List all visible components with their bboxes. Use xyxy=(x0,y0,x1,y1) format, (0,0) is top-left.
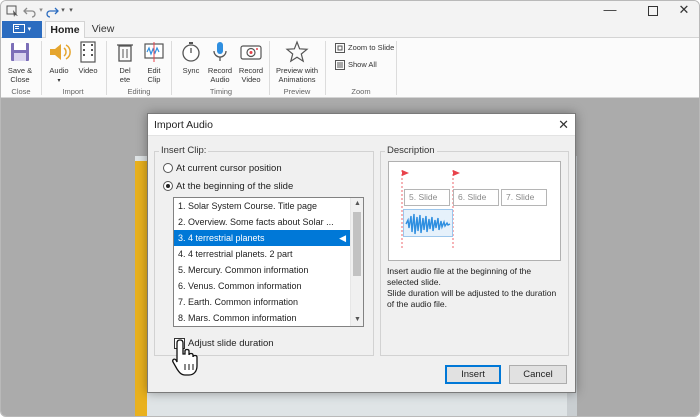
record-video-label: Record Video xyxy=(238,66,264,84)
radio-button-selected[interactable] xyxy=(163,181,173,192)
radio-beginning-label: At the beginning of the slide xyxy=(176,181,294,192)
waveform-icon xyxy=(405,213,451,235)
insert-button[interactable]: Insert xyxy=(445,365,501,384)
radio-beginning-slide[interactable]: At the beginning of the slide xyxy=(163,181,293,192)
slide-accent-bar xyxy=(135,161,147,416)
minimize-button[interactable]: — xyxy=(587,1,633,21)
listbox-scrollbar[interactable]: ▲ ▼ xyxy=(350,198,363,326)
group-separator xyxy=(396,41,397,95)
group-separator xyxy=(269,41,270,95)
group-separator xyxy=(106,41,107,95)
dialog-title: Import Audio xyxy=(154,119,213,131)
edit-clip-label: Edit Clip xyxy=(147,66,161,84)
record-audio-label: Record Audio xyxy=(207,66,233,84)
title-bar: ▾ ▾ ▾ — ✕ xyxy=(1,1,699,21)
hand-cursor-icon xyxy=(172,339,198,376)
group-separator xyxy=(41,41,42,95)
delete-label: Del ete xyxy=(119,66,131,84)
sync-label: Sync xyxy=(182,66,200,75)
trash-icon xyxy=(117,44,133,62)
list-item[interactable]: 7. Earth. Common information xyxy=(174,294,350,310)
zoom-to-slide-icon xyxy=(335,43,345,54)
ribbon: Save & Close Close Audio ▾ Video Import D… xyxy=(1,38,699,98)
group-label-preview: Preview xyxy=(283,87,311,96)
preview-animations-label: Preview with Animations xyxy=(275,66,319,84)
edit-clip-button[interactable]: Edit Clip xyxy=(141,40,167,84)
tab-home[interactable]: Home xyxy=(45,21,85,39)
show-all-label: Show All xyxy=(348,60,377,69)
dialog-titlebar: Import Audio ✕ xyxy=(148,114,575,136)
zoom-to-slide-button[interactable]: Zoom to Slide xyxy=(335,42,394,54)
record-video-button[interactable]: Record Video xyxy=(236,40,266,84)
list-item[interactable]: 2. Overview. Some facts about Solar ... xyxy=(174,214,350,230)
list-item[interactable]: 1. Solar System Course. Title page xyxy=(174,198,350,214)
radio-cursor-position[interactable]: At current cursor position xyxy=(163,163,282,174)
stopwatch-icon xyxy=(182,42,200,62)
scroll-thumb[interactable] xyxy=(353,212,361,276)
film-icon xyxy=(80,41,96,63)
speaker-icon xyxy=(50,44,71,60)
description-diagram: 5. Slide 6. Slide 7. Slide xyxy=(388,161,561,261)
list-item[interactable]: 6. Venus. Common information xyxy=(174,278,350,294)
show-all-icon xyxy=(335,60,345,71)
customize-toolbar-icon[interactable]: ▾ xyxy=(67,4,75,18)
audio-label: Audio xyxy=(49,66,69,75)
group-label-editing: Editing xyxy=(127,87,151,96)
group-label-import: Import xyxy=(62,87,84,96)
show-all-button[interactable]: Show All xyxy=(335,59,377,71)
scroll-down-icon[interactable]: ▼ xyxy=(351,314,363,326)
radio-cursor-label: At current cursor position xyxy=(176,163,282,174)
list-item-label: 3. 4 terrestrial planets xyxy=(178,233,265,243)
save-close-label: Save & Close xyxy=(7,66,33,84)
group-label-timing: Timing xyxy=(209,87,233,96)
diagram-slide: 7. Slide xyxy=(501,189,547,206)
diagram-slide: 6. Slide xyxy=(453,189,499,206)
edit-clip-icon xyxy=(144,42,164,62)
group-label-close: Close xyxy=(11,87,31,96)
ribbon-tabbar: ▾ Home View xyxy=(1,21,699,39)
radio-button[interactable] xyxy=(163,163,173,174)
diagram-slide: 5. Slide xyxy=(404,189,450,206)
save-close-button[interactable]: Save & Close xyxy=(5,40,35,84)
video-label: Video xyxy=(78,66,98,75)
zoom-to-slide-label: Zoom to Slide xyxy=(348,43,395,52)
list-item[interactable]: 4. 4 terrestrial planets. 2 part xyxy=(174,246,350,262)
close-window-button[interactable]: ✕ xyxy=(661,1,699,21)
audio-dropdown-icon: ▾ xyxy=(57,78,61,84)
webcam-icon xyxy=(240,45,262,60)
description-label: Description xyxy=(385,145,437,156)
group-separator xyxy=(171,41,172,95)
sync-button[interactable]: Sync xyxy=(177,40,205,75)
list-item[interactable]: 8. Mars. Common information xyxy=(174,310,350,326)
import-audio-dialog: Import Audio ✕ Insert Clip: At current c… xyxy=(147,113,576,393)
audio-waveform xyxy=(403,209,453,237)
dialog-close-icon[interactable]: ✕ xyxy=(558,117,569,133)
list-item-selected[interactable]: 3. 4 terrestrial planets ◀ xyxy=(174,230,350,246)
insert-clip-label: Insert Clip: xyxy=(159,145,209,156)
slide-listbox[interactable]: 1. Solar System Course. Title page 2. Ov… xyxy=(173,197,364,327)
tab-view[interactable]: View xyxy=(86,21,120,39)
speaker-icon: ◀ xyxy=(339,233,346,243)
delete-button[interactable]: Del ete xyxy=(111,40,139,84)
video-button[interactable]: Video xyxy=(75,40,101,75)
save-icon xyxy=(11,43,29,61)
list-item[interactable]: 5. Mercury. Common information xyxy=(174,262,350,278)
scroll-up-icon[interactable]: ▲ xyxy=(351,198,363,210)
cancel-button[interactable]: Cancel xyxy=(509,365,567,384)
microphone-icon xyxy=(213,42,227,61)
star-icon xyxy=(285,40,309,63)
select-tool-icon[interactable] xyxy=(6,4,20,18)
record-audio-button[interactable]: Record Audio xyxy=(206,40,234,84)
redo-dropdown-icon[interactable]: ▾ xyxy=(59,4,67,18)
preview-animations-button[interactable]: Preview with Animations xyxy=(273,40,321,84)
undo-icon[interactable] xyxy=(23,4,37,18)
app-window: ▾ ▾ ▾ — ✕ ▾ Home View Save & Close Close xyxy=(0,0,700,417)
group-separator xyxy=(325,41,326,95)
redo-icon[interactable] xyxy=(45,4,59,18)
group-label-zoom: Zoom xyxy=(351,87,371,96)
undo-dropdown-icon[interactable]: ▾ xyxy=(37,4,45,18)
audio-button[interactable]: Audio ▾ xyxy=(45,40,73,86)
file-menu-button[interactable]: ▾ xyxy=(2,21,42,38)
description-text: Insert audio file at the beginning of th… xyxy=(387,266,557,309)
